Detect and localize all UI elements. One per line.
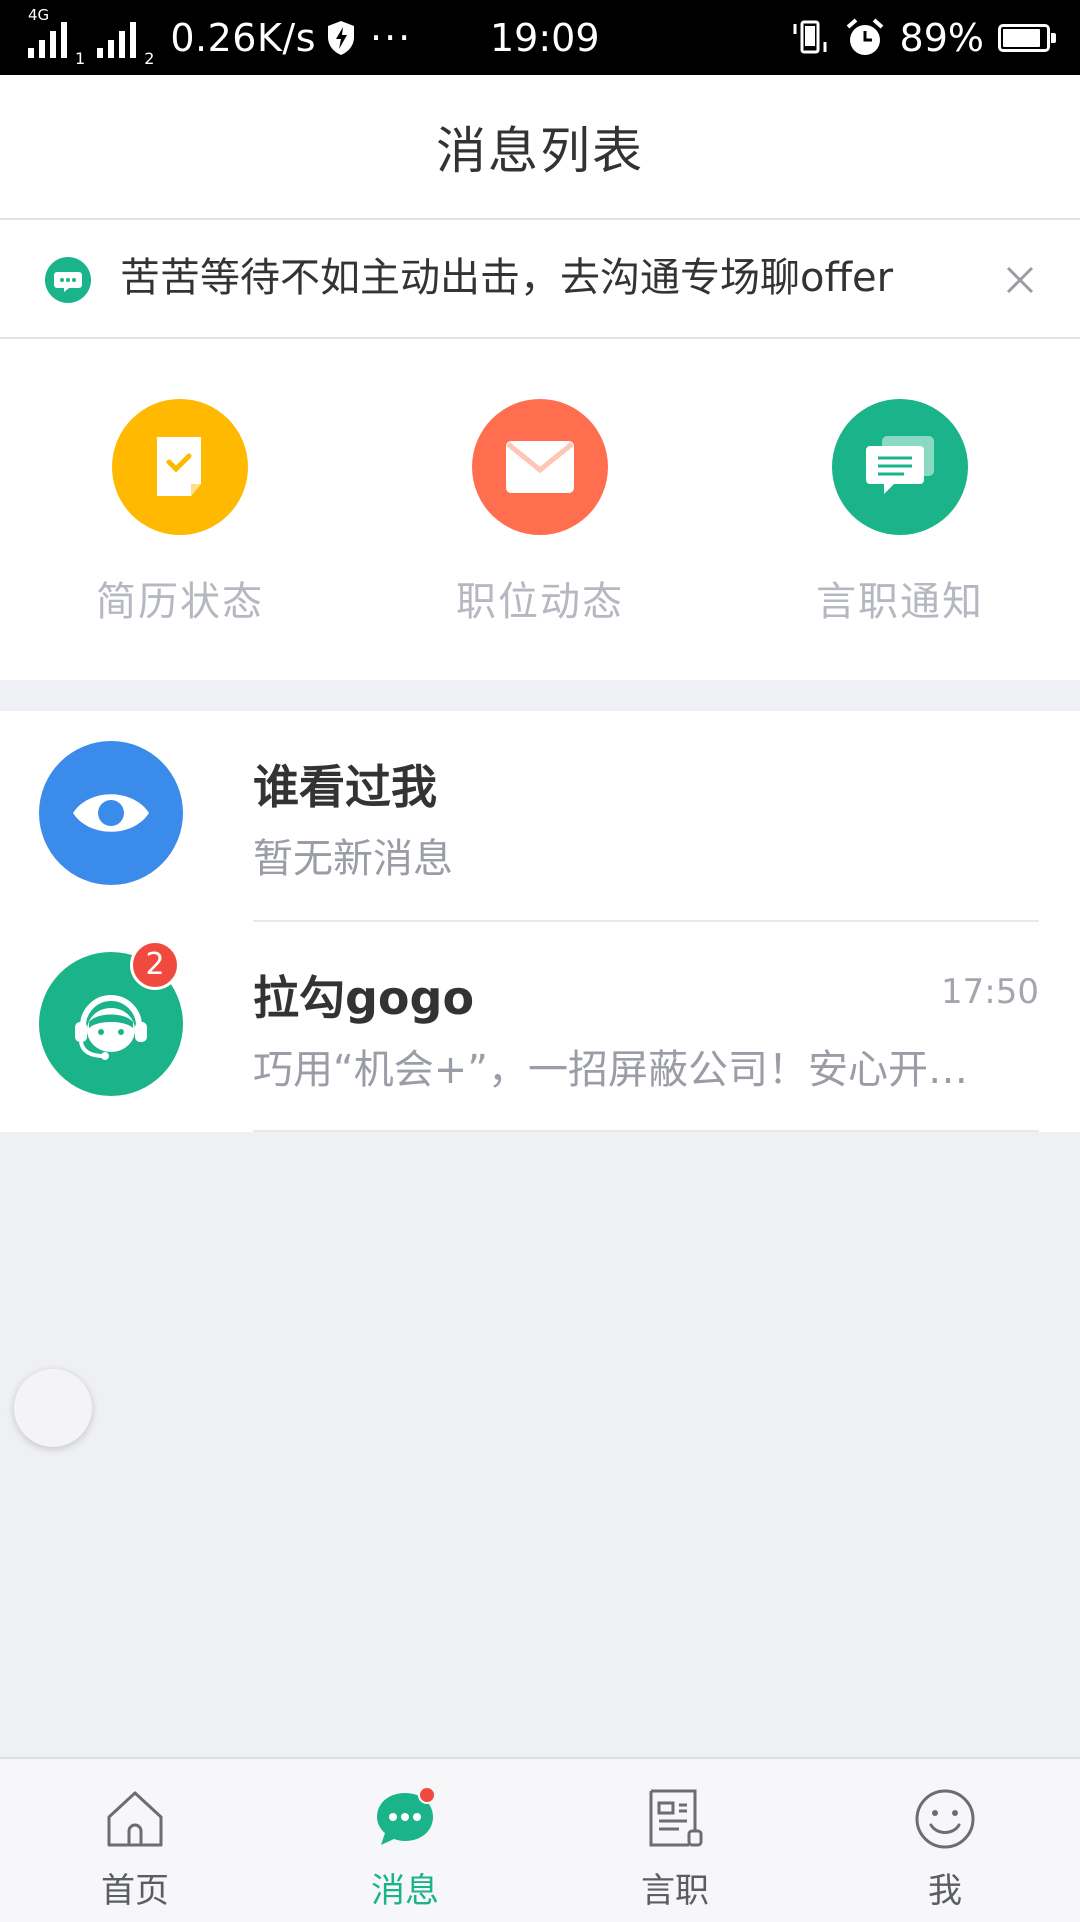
category-label: 职位动态 bbox=[456, 579, 624, 625]
category-notifications[interactable]: 言职通知 bbox=[720, 339, 1080, 680]
tab-messages[interactable]: 消息 bbox=[270, 1759, 540, 1922]
clock: 19:09 bbox=[490, 16, 600, 60]
message-list: 谁看过我 暂无新消息 2 拉勾gogo 17:50 巧用“机会+”，一招屏蔽公司… bbox=[0, 711, 1080, 1132]
app-header: 消息列表 bbox=[0, 75, 1080, 220]
status-right: 89% bbox=[790, 8, 1058, 68]
document-icon bbox=[649, 1789, 703, 1847]
message-title: 拉勾gogo bbox=[253, 971, 475, 1025]
status-left: 4G 1 2 0.26K/s ··· bbox=[22, 6, 413, 68]
page-title: 消息列表 bbox=[436, 121, 644, 180]
message-icon bbox=[377, 1787, 436, 1845]
status-bar: 4G 1 2 0.26K/s ··· 19:09 89% bbox=[0, 0, 1080, 75]
divider bbox=[253, 1130, 1039, 1132]
mail-icon bbox=[472, 399, 608, 535]
tab-me[interactable]: 我 bbox=[810, 1759, 1080, 1922]
chat-notice-icon bbox=[832, 399, 968, 535]
category-label: 言职通知 bbox=[816, 579, 984, 625]
eye-icon bbox=[39, 741, 183, 885]
tab-label: 言职 bbox=[641, 1871, 709, 1911]
vibrate-icon bbox=[793, 20, 827, 54]
shield-icon bbox=[328, 21, 355, 55]
message-preview: 暂无新消息 bbox=[253, 836, 453, 882]
category-row: 简历状态 职位动态 言职通知 bbox=[0, 339, 1080, 680]
notice-banner[interactable]: 苦苦等待不如主动出击，去沟通专场聊offer bbox=[0, 220, 1080, 339]
home-icon bbox=[107, 1791, 163, 1847]
category-job-updates[interactable]: 职位动态 bbox=[360, 339, 720, 680]
banner-text: 苦苦等待不如主动出击，去沟通专场聊offer bbox=[120, 255, 894, 301]
unread-badge: 2 bbox=[130, 940, 180, 990]
sim1-label: 1 bbox=[75, 49, 86, 68]
floating-assist-button[interactable] bbox=[14, 1369, 92, 1447]
message-title: 谁看过我 bbox=[253, 760, 437, 814]
tab-label: 首页 bbox=[101, 1871, 169, 1911]
sim2-label: 2 bbox=[144, 49, 155, 68]
close-icon[interactable] bbox=[1000, 260, 1040, 300]
bottom-tab-bar: 首页 消息 言职 我 bbox=[0, 1757, 1080, 1922]
tab-label: 我 bbox=[928, 1871, 962, 1911]
more-indicator: ··· bbox=[370, 16, 413, 60]
chat-bubble-icon bbox=[45, 257, 91, 303]
network-speed: 0.26K/s bbox=[170, 16, 317, 60]
message-time: 17:50 bbox=[941, 972, 1039, 1012]
resume-icon bbox=[112, 399, 248, 535]
smiley-icon bbox=[915, 1789, 975, 1849]
network-type: 4G bbox=[28, 6, 50, 24]
tab-yanzhi[interactable]: 言职 bbox=[540, 1759, 810, 1922]
tab-home[interactable]: 首页 bbox=[0, 1759, 270, 1922]
signal-icon bbox=[97, 18, 137, 58]
signal-icon bbox=[28, 18, 67, 58]
category-label: 简历状态 bbox=[96, 579, 264, 625]
battery-fill bbox=[1003, 29, 1040, 47]
battery-percent: 89% bbox=[899, 16, 984, 60]
list-item-lagou-gogo[interactable]: 2 拉勾gogo 17:50 巧用“机会+”，一招屏蔽公司！安心开… bbox=[0, 922, 1080, 1132]
list-item-who-viewed-me[interactable]: 谁看过我 暂无新消息 bbox=[0, 711, 1080, 922]
battery-icon bbox=[998, 24, 1056, 52]
message-preview: 巧用“机会+”，一招屏蔽公司！安心开… bbox=[253, 1047, 968, 1093]
category-resume-status[interactable]: 简历状态 bbox=[0, 339, 360, 680]
tab-label: 消息 bbox=[371, 1871, 439, 1911]
alarm-icon bbox=[846, 18, 883, 55]
